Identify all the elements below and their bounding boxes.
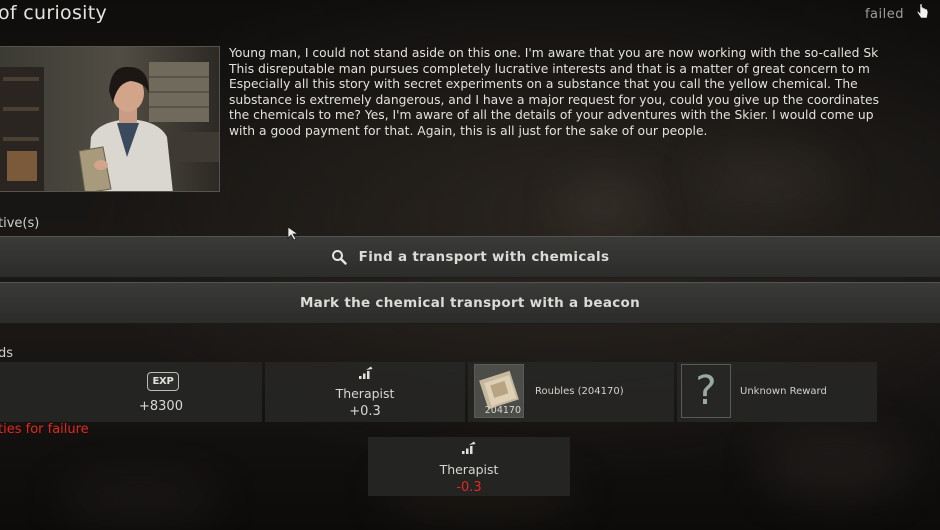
failure-penalties-label: ties for failure bbox=[0, 422, 89, 437]
objective-text: Mark the chemical transport with a beaco… bbox=[299, 295, 641, 311]
penalty-value: -0.3 bbox=[456, 480, 482, 495]
quest-status: failed bbox=[864, 7, 904, 22]
item-name: Roubles (204170) bbox=[535, 386, 624, 397]
question-mark-icon: ? bbox=[695, 368, 717, 414]
quest-description: Young man, I could not stand aside on th… bbox=[229, 46, 879, 138]
quest-title: of curiosity bbox=[0, 2, 108, 24]
objective-mark-transport[interactable]: Mark the chemical transport with a beaco… bbox=[0, 282, 940, 324]
standing-up-icon bbox=[359, 366, 373, 379]
item-count: 204170 bbox=[484, 405, 521, 416]
exp-icon: EXP bbox=[147, 372, 179, 391]
mouse-cursor-icon bbox=[287, 226, 300, 241]
failure-standing-penalty: Therapist -0.3 bbox=[368, 437, 570, 496]
rewards-row: EXP +8300 Therapist +0.3 204170 Roubles … bbox=[0, 362, 940, 422]
trader-name: Therapist bbox=[439, 462, 499, 477]
trader-name: Therapist bbox=[335, 386, 395, 401]
roubles-item-slot[interactable]: 204170 bbox=[474, 364, 524, 418]
quest-giver-portrait bbox=[0, 46, 220, 192]
exp-reward: EXP +8300 bbox=[0, 362, 262, 422]
trader-standing-reward: Therapist +0.3 bbox=[265, 362, 465, 422]
exp-value: +8300 bbox=[139, 399, 183, 414]
search-icon bbox=[331, 250, 347, 265]
objective-text: Find a transport with chemicals bbox=[358, 249, 610, 265]
standing-icon bbox=[462, 441, 476, 454]
standing-value: +0.3 bbox=[349, 404, 381, 419]
objectives-label: tive(s) bbox=[0, 216, 40, 231]
unknown-reward-label: Unknown Reward bbox=[740, 386, 827, 397]
roubles-reward[interactable]: 204170 Roubles (204170) bbox=[468, 362, 674, 422]
hand-pointer-icon bbox=[916, 3, 929, 19]
rewards-label: ds bbox=[0, 346, 14, 361]
objective-find-transport[interactable]: Find a transport with chemicals bbox=[0, 236, 940, 278]
unknown-item-slot[interactable]: ? bbox=[681, 364, 731, 418]
unknown-reward[interactable]: ? Unknown Reward bbox=[677, 362, 877, 422]
